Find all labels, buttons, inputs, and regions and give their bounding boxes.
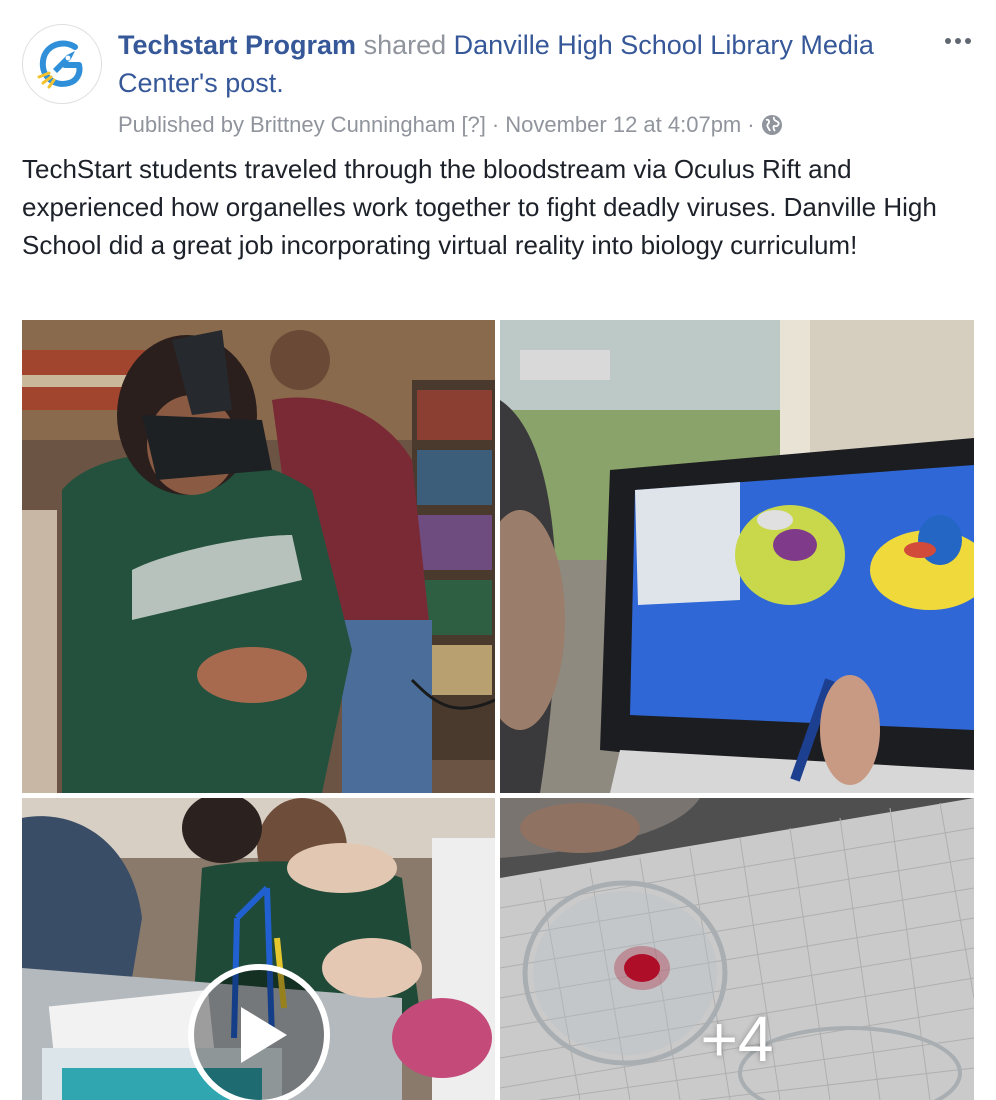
meta-separator: ·: [747, 112, 755, 137]
cell-touchscreen-photo: [500, 320, 974, 793]
shared-label: shared: [363, 30, 447, 60]
more-photos-overlay[interactable]: +4: [500, 798, 974, 1100]
vr-headset-photo: [22, 320, 495, 793]
photo-cell-touchscreen[interactable]: [500, 320, 974, 793]
meta-separator: ·: [491, 112, 500, 137]
ellipsis-dot: [955, 38, 961, 44]
globe-icon[interactable]: [761, 114, 783, 136]
publisher-name[interactable]: Brittney Cunningham: [250, 110, 455, 140]
post-meta: Published by Brittney Cunningham [?] · N…: [118, 110, 938, 140]
post-header: Techstart Program shared Danville High S…: [118, 26, 938, 140]
page-name-link[interactable]: Techstart Program: [118, 30, 356, 60]
play-icon: [241, 1007, 287, 1063]
video-play-button[interactable]: [188, 964, 330, 1100]
post-message: TechStart students traveled through the …: [22, 154, 937, 260]
help-marker[interactable]: [?]: [461, 110, 485, 140]
techstart-logo-icon: [24, 26, 100, 102]
shared-post: Techstart Program shared Danville High S…: [0, 0, 996, 1100]
photo-petri-dish[interactable]: +4: [500, 798, 974, 1100]
video-students-building[interactable]: [22, 798, 495, 1100]
published-by-label: Published by: [118, 112, 244, 137]
page-avatar[interactable]: [22, 24, 102, 104]
ellipsis-dot: [965, 38, 971, 44]
post-options-button[interactable]: [938, 26, 978, 56]
photo-vr-headset[interactable]: [22, 320, 495, 793]
post-title: Techstart Program shared Danville High S…: [118, 26, 938, 102]
ellipsis-icon: [945, 38, 951, 44]
post-timestamp[interactable]: November 12 at 4:07pm: [505, 110, 741, 140]
media-grid: +4: [22, 320, 974, 1100]
source-post-link[interactable]: 's post.: [199, 68, 284, 98]
more-photos-count: +4: [700, 1003, 774, 1075]
